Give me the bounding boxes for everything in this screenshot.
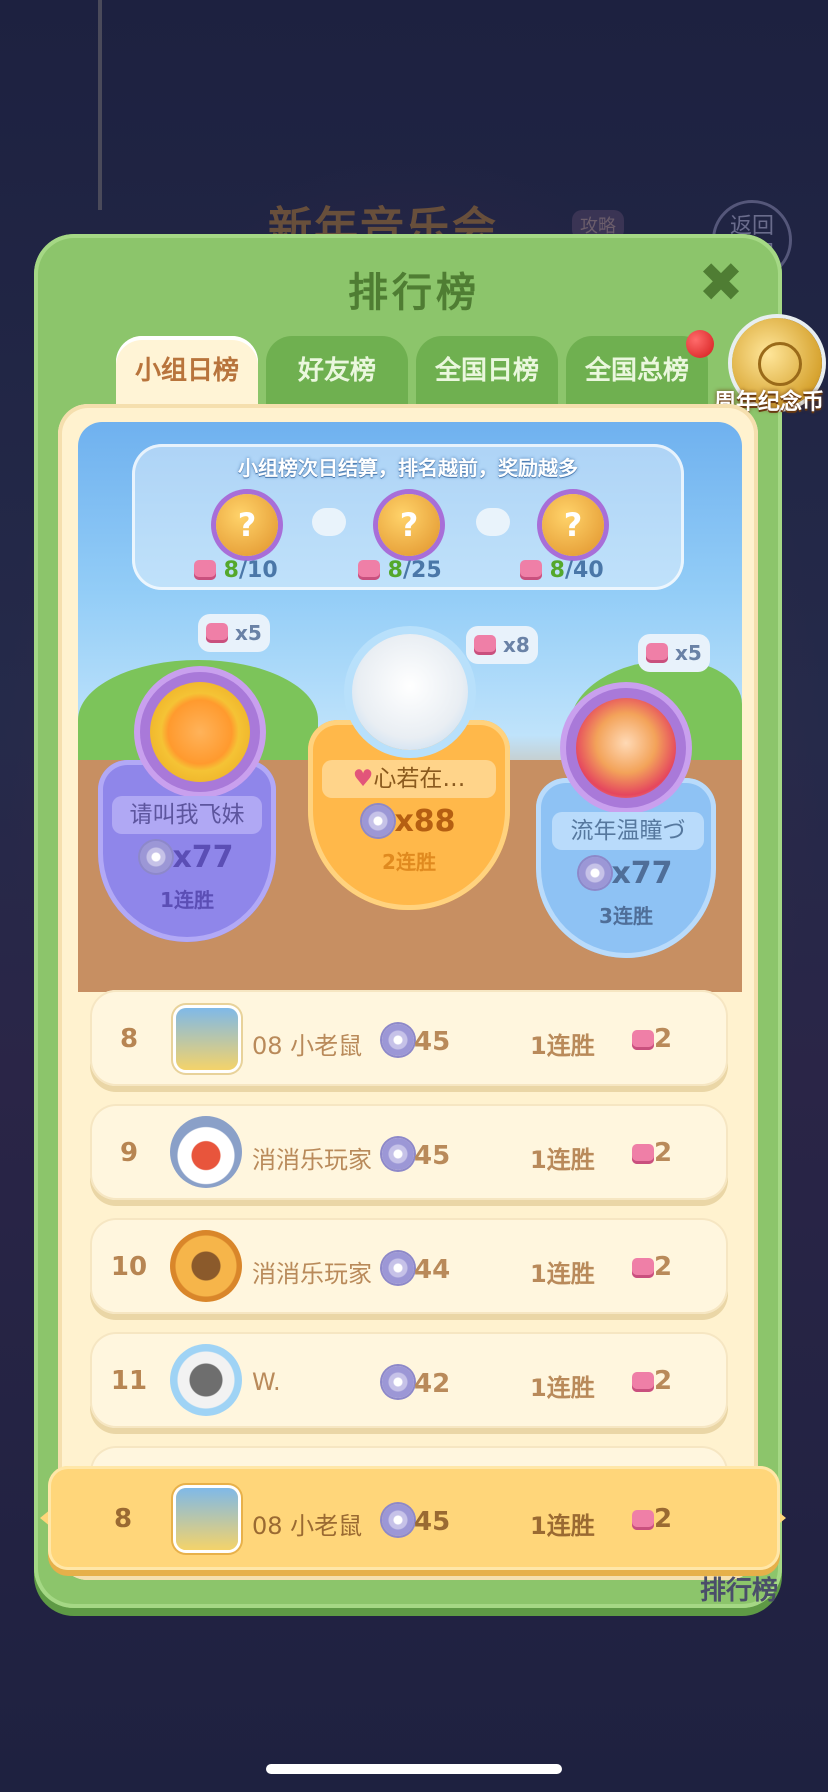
avatar[interactable] xyxy=(150,682,250,782)
puzzle-piece-icon xyxy=(646,643,668,663)
puzzle-piece-icon xyxy=(632,1258,654,1278)
podium-name: 请叫我飞妹 xyxy=(112,796,262,834)
mystery-reward-icon: ? xyxy=(216,494,278,556)
puzzle-piece-icon xyxy=(520,560,542,580)
my-streak: 1连胜 xyxy=(530,1512,595,1540)
tier-reward-2: 8/25 xyxy=(358,558,442,583)
reward-bubble: x8 xyxy=(466,626,538,664)
row-pieces: 2 xyxy=(632,1138,672,1168)
tab-national-daily[interactable]: 全国日榜 xyxy=(416,336,558,408)
row-streak: 1连胜 xyxy=(530,1146,595,1174)
avatar[interactable] xyxy=(170,1116,242,1188)
my-rank: 8 xyxy=(113,1504,133,1534)
arrow-icon xyxy=(476,508,510,536)
rules-text: 小组榜次日结算，排名越前，奖励越多 xyxy=(238,456,578,480)
tab-group-daily[interactable]: 小组日榜 xyxy=(116,336,258,408)
puzzle-piece-icon xyxy=(194,560,216,580)
row-name: 消消乐玩家 xyxy=(252,1260,372,1288)
row-name: 消消乐玩家 xyxy=(252,1146,372,1174)
avatar[interactable] xyxy=(170,1230,242,1302)
row-rank: 9 xyxy=(119,1138,139,1168)
avatar[interactable] xyxy=(176,1008,238,1070)
disc-icon xyxy=(382,1504,414,1536)
row-rank: 8 xyxy=(119,1024,139,1054)
my-name: 08 小老鼠 xyxy=(252,1512,363,1540)
podium-score: x77 xyxy=(536,856,716,891)
podium-name: 流年温瞳づ xyxy=(552,812,704,850)
my-score: 45 xyxy=(382,1504,450,1537)
reward-bubble: x5 xyxy=(638,634,710,672)
row-score: 44 xyxy=(382,1252,450,1285)
puzzle-piece-icon xyxy=(474,635,496,655)
row-pieces: 2 xyxy=(632,1252,672,1282)
disc-icon xyxy=(382,1252,414,1284)
puzzle-piece-icon xyxy=(632,1372,654,1392)
row-name: W. xyxy=(252,1368,281,1396)
tier-reward-1: 8/10 xyxy=(194,558,278,583)
avatar[interactable] xyxy=(576,698,676,798)
disc-icon xyxy=(382,1138,414,1170)
row-score: 45 xyxy=(382,1138,450,1171)
home-indicator[interactable] xyxy=(266,1764,562,1774)
avatar[interactable] xyxy=(176,1488,238,1550)
disc-icon xyxy=(140,841,173,873)
disc-icon xyxy=(382,1366,414,1398)
coin-face-icon xyxy=(758,342,802,386)
mystery-reward-icon: ? xyxy=(542,494,604,556)
podium-name: ♥心若在… xyxy=(322,760,496,798)
disc-icon xyxy=(382,1024,414,1056)
puzzle-piece-icon xyxy=(632,1030,654,1050)
notification-dot xyxy=(686,330,714,358)
tab-friends[interactable]: 好友榜 xyxy=(266,336,408,408)
podium-streak: 2连胜 xyxy=(382,850,436,874)
row-rank: 11 xyxy=(110,1366,148,1396)
avatar[interactable] xyxy=(352,634,468,750)
puzzle-piece-icon xyxy=(206,623,228,643)
podium-streak: 3连胜 xyxy=(599,904,653,928)
my-pieces: 2 xyxy=(632,1504,672,1534)
row-score: 45 xyxy=(382,1024,450,1057)
disc-icon xyxy=(362,805,395,837)
tier-reward-3: 8/40 xyxy=(520,558,604,583)
row-streak: 1连胜 xyxy=(530,1032,595,1060)
podium-score: x77 xyxy=(98,840,276,875)
row-pieces: 2 xyxy=(632,1024,672,1054)
row-streak: 1连胜 xyxy=(530,1260,595,1288)
row-rank: 10 xyxy=(110,1252,148,1282)
row-score: 42 xyxy=(382,1366,450,1399)
puzzle-piece-icon xyxy=(632,1510,654,1530)
side-leaderboard-label: 排行榜 xyxy=(700,1576,779,1606)
podium-streak: 1连胜 xyxy=(160,888,214,912)
heart-icon: ♥ xyxy=(352,766,374,792)
row-streak: 1连胜 xyxy=(530,1374,595,1402)
disc-icon xyxy=(579,857,612,889)
podium-score: x88 xyxy=(308,804,510,839)
avatar[interactable] xyxy=(170,1344,242,1416)
puzzle-piece-icon xyxy=(358,560,380,580)
close-icon[interactable]: ✖ xyxy=(696,256,746,310)
puzzle-piece-icon xyxy=(632,1144,654,1164)
arrow-icon xyxy=(312,508,346,536)
reward-bubble: x5 xyxy=(198,614,270,652)
mystery-reward-icon: ? xyxy=(378,494,440,556)
row-name: 08 小老鼠 xyxy=(252,1032,363,1060)
row-pieces: 2 xyxy=(632,1366,672,1396)
